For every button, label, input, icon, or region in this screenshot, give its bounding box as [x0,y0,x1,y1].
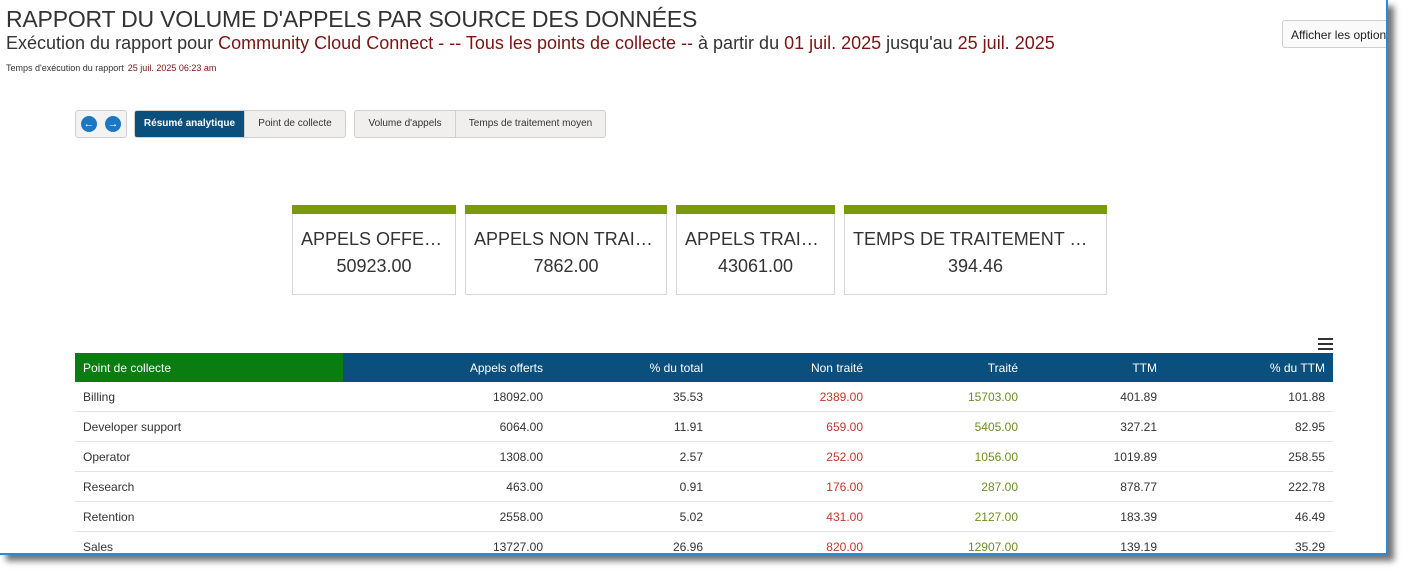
tenant-name: Community Cloud Connect [218,33,434,53]
cell-untreated: 2389.00 [711,382,871,412]
collection-point-table: Point de collecte Appels offerts % du to… [75,353,1333,553]
table-row: Retention 2558.00 5.02 431.00 2127.00 18… [75,501,1333,532]
cell-collection-point: Sales [75,531,343,553]
cell-treated: 15703.00 [871,382,1026,412]
cell-collection-point: Billing [75,382,343,412]
kpi-value: 43061.00 [717,256,794,276]
kpi-label: TEMPS DE TRAITEMENT MOYEN [853,229,1106,249]
table-row: Billing 18092.00 35.53 2389.00 15703.00 … [75,382,1333,412]
cell-offered: 1308.00 [343,441,551,472]
exec-time-label: Temps d'exécution du rapport [6,63,124,73]
cell-pct-total: 2.57 [551,441,711,472]
table-row: Developer support 6064.00 11.91 659.00 5… [75,411,1333,442]
cell-offered: 463.00 [343,471,551,502]
kpi-label: APPELS OFFERTS [301,229,455,249]
kpi-accent-bar [844,205,1107,214]
report-window: RAPPORT DU VOLUME D'APPELS PAR SOURCE DE… [0,0,1388,555]
col-header-collection-point[interactable]: Point de collecte [75,353,343,382]
arrow-left-icon[interactable]: ← [81,116,97,132]
table-row: Research 463.00 0.91 176.00 287.00 878.7… [75,471,1333,502]
cell-untreated: 176.00 [711,471,871,502]
kpi-accent-bar [676,205,835,214]
cell-collection-point: Operator [75,441,343,472]
nav-arrows: ← → [75,110,127,138]
kpi-card-treated: APPELS TRAITÉS 43061.00 [676,205,835,295]
subtitle-prefix: Exécution du rapport pour [6,33,219,53]
cell-ttm: 139.19 [1026,531,1165,553]
cell-pct-ttm: 222.78 [1165,471,1333,502]
cell-treated: 287.00 [871,471,1026,502]
to-label: jusqu'au [881,33,958,53]
kpi-card-avg-handle-time: TEMPS DE TRAITEMENT MOYEN 394.46 [844,205,1107,295]
view-tabs: Résumé analytique Point de collecte [134,110,346,138]
cell-pct-total: 35.53 [551,382,711,412]
cell-ttm: 1019.89 [1026,441,1165,472]
report-title: RAPPORT DU VOLUME D'APPELS PAR SOURCE DE… [6,6,698,32]
cell-treated: 2127.00 [871,501,1026,532]
cell-pct-ttm: 258.55 [1165,441,1333,472]
exec-time-value: 25 juil. 2025 06:23 am [127,63,217,73]
cell-untreated: 252.00 [711,441,871,472]
cell-pct-total: 5.02 [551,501,711,532]
hamburger-menu-icon[interactable] [1318,338,1333,350]
from-label: à partir du [693,33,785,53]
kpi-label: APPELS TRAITÉS [685,229,834,249]
cell-pct-total: 0.91 [551,471,711,502]
cell-ttm: 878.77 [1026,471,1165,502]
cell-pct-ttm: 82.95 [1165,411,1333,442]
cell-pct-ttm: 46.49 [1165,501,1333,532]
cell-ttm: 183.39 [1026,501,1165,532]
cell-treated: 5405.00 [871,411,1026,442]
cell-pct-total: 26.96 [551,531,711,553]
col-header-pct-ttm[interactable]: % du TTM [1165,353,1333,382]
end-date: 25 juil. 2025 [957,33,1055,53]
execution-time: Temps d'exécution du rapport 25 juil. 202… [6,63,216,73]
cell-treated: 12907.00 [871,531,1026,553]
cell-collection-point: Research [75,471,343,502]
kpi-value: 50923.00 [336,256,412,276]
table-row: Sales 13727.00 26.96 820.00 12907.00 139… [75,531,1333,553]
col-header-untreated[interactable]: Non traité [711,353,871,382]
collection-scope: - -- Tous les points de collecte -- [433,33,694,53]
cell-collection-point: Retention [75,501,343,532]
cell-ttm: 327.21 [1026,411,1165,442]
cell-pct-ttm: 35.29 [1165,531,1333,553]
col-header-pct-total[interactable]: % du total [551,353,711,382]
cell-offered: 18092.00 [343,382,551,412]
cell-offered: 6064.00 [343,411,551,442]
tab-executive-summary[interactable]: Résumé analytique [135,111,245,137]
start-date: 01 juil. 2025 [784,33,882,53]
cell-untreated: 820.00 [711,531,871,553]
cell-untreated: 659.00 [711,411,871,442]
metric-tabs: Volume d'appels Temps de traitement moye… [354,110,606,138]
cell-offered: 2558.00 [343,501,551,532]
cell-pct-total: 11.91 [551,411,711,442]
show-options-button[interactable]: Afficher les options [1282,20,1386,48]
table-header-row: Point de collecte Appels offerts % du to… [75,353,1333,382]
kpi-accent-bar [292,205,456,214]
kpi-value: 7862.00 [533,256,599,276]
cell-pct-ttm: 101.88 [1165,382,1333,412]
cell-untreated: 431.00 [711,501,871,532]
kpi-card-offered: APPELS OFFERTS 50923.00 [292,205,456,295]
cell-treated: 1056.00 [871,441,1026,472]
table-row: Operator 1308.00 2.57 252.00 1056.00 101… [75,441,1333,472]
kpi-value: 394.46 [947,256,1004,276]
kpi-label: APPELS NON TRAITÉS [474,229,666,249]
cell-offered: 13727.00 [343,531,551,553]
cell-collection-point: Developer support [75,411,343,442]
kpi-card-untreated: APPELS NON TRAITÉS 7862.00 [465,205,667,295]
arrow-right-icon[interactable]: → [105,116,121,132]
tab-average-handle-time[interactable]: Temps de traitement moyen [456,111,605,137]
col-header-treated[interactable]: Traité [871,353,1026,382]
cell-ttm: 401.89 [1026,382,1165,412]
col-header-ttm[interactable]: TTM [1026,353,1165,382]
tab-collection-point[interactable]: Point de collecte [245,111,345,137]
table-body: Billing 18092.00 35.53 2389.00 15703.00 … [75,382,1333,553]
report-subtitle: Exécution du rapport pour Community Clou… [6,33,1055,54]
kpi-accent-bar [465,205,667,214]
tab-call-volume[interactable]: Volume d'appels [355,111,456,137]
col-header-offered[interactable]: Appels offerts [343,353,551,382]
